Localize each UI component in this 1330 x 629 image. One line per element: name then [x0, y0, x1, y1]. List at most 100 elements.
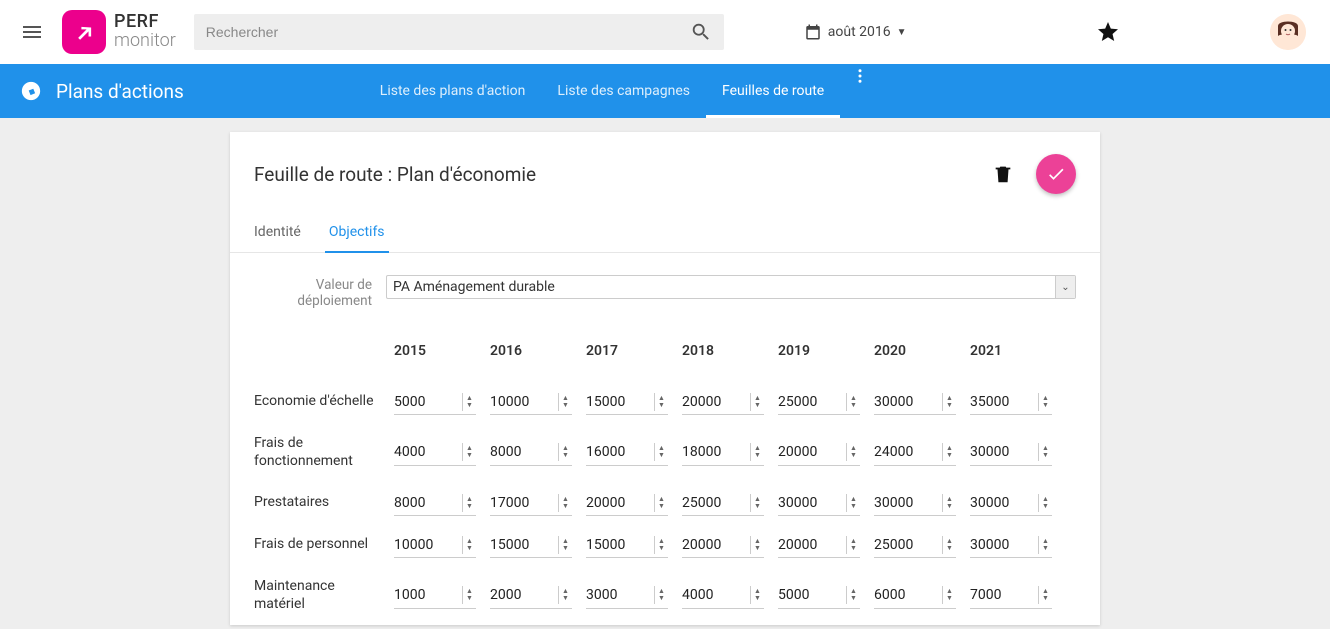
- stepper-icon[interactable]: ▲▼: [750, 536, 764, 554]
- stepper-icon[interactable]: ▲▼: [942, 586, 956, 604]
- trash-icon[interactable]: [992, 160, 1014, 188]
- number-input[interactable]: 15000▲▼: [490, 532, 572, 558]
- confirm-button[interactable]: [1036, 154, 1076, 194]
- number-input[interactable]: 15000▲▼: [586, 532, 668, 558]
- number-input[interactable]: 5000▲▼: [778, 583, 860, 609]
- number-input[interactable]: 20000▲▼: [586, 490, 668, 516]
- number-input[interactable]: 30000▲▼: [874, 389, 956, 415]
- number-input[interactable]: 3000▲▼: [586, 583, 668, 609]
- stepper-icon[interactable]: ▲▼: [558, 536, 572, 554]
- value-cell: 30000▲▼: [874, 482, 970, 524]
- year-header: 2019: [778, 333, 874, 381]
- stepper-icon[interactable]: ▲▼: [750, 494, 764, 512]
- row-label: Frais de fonctionnement: [254, 423, 394, 482]
- stepper-icon[interactable]: ▲▼: [462, 536, 476, 554]
- nav-tab-campaigns-list[interactable]: Liste des campagnes: [541, 64, 706, 118]
- stepper-icon[interactable]: ▲▼: [846, 393, 860, 411]
- number-input[interactable]: 17000▲▼: [490, 490, 572, 516]
- deployment-select[interactable]: PA Aménagement durable ⌄: [386, 275, 1076, 299]
- stepper-icon[interactable]: ▲▼: [1038, 393, 1052, 411]
- search-input[interactable]: [206, 24, 690, 40]
- stepper-icon[interactable]: ▲▼: [1038, 494, 1052, 512]
- year-header: 2018: [682, 333, 778, 381]
- number-input[interactable]: 24000▲▼: [874, 440, 956, 466]
- stepper-icon[interactable]: ▲▼: [750, 586, 764, 604]
- stepper-icon[interactable]: ▲▼: [654, 536, 668, 554]
- number-input[interactable]: 30000▲▼: [874, 490, 956, 516]
- number-input[interactable]: 1000▲▼: [394, 583, 476, 609]
- chevron-down-icon: ⌄: [1055, 276, 1075, 298]
- number-input[interactable]: 25000▲▼: [874, 532, 956, 558]
- number-input[interactable]: 8000▲▼: [490, 440, 572, 466]
- stepper-icon[interactable]: ▲▼: [654, 443, 668, 461]
- card-tab-objectives[interactable]: Objectifs: [315, 212, 399, 252]
- stepper-icon[interactable]: ▲▼: [1038, 443, 1052, 461]
- objectives-table: 2015201620172018201920202021Economie d'é…: [230, 313, 1100, 625]
- number-input[interactable]: 15000▲▼: [586, 389, 668, 415]
- year-header: 2021: [970, 333, 1066, 381]
- number-input[interactable]: 7000▲▼: [970, 583, 1052, 609]
- logo[interactable]: PERF monitor: [62, 10, 176, 54]
- stepper-icon[interactable]: ▲▼: [942, 536, 956, 554]
- number-input[interactable]: 4000▲▼: [394, 440, 476, 466]
- value-cell: 2000▲▼: [490, 566, 586, 625]
- stepper-icon[interactable]: ▲▼: [654, 494, 668, 512]
- stepper-icon[interactable]: ▲▼: [558, 443, 572, 461]
- number-input[interactable]: 30000▲▼: [970, 440, 1052, 466]
- value-cell: 1000▲▼: [394, 566, 490, 625]
- hamburger-icon[interactable]: [20, 20, 44, 44]
- avatar[interactable]: [1270, 14, 1306, 50]
- number-input[interactable]: 18000▲▼: [682, 440, 764, 466]
- stepper-icon[interactable]: ▲▼: [1038, 586, 1052, 604]
- number-input[interactable]: 10000▲▼: [394, 532, 476, 558]
- number-input[interactable]: 30000▲▼: [970, 532, 1052, 558]
- value-cell: 30000▲▼: [970, 423, 1066, 482]
- stepper-icon[interactable]: ▲▼: [654, 586, 668, 604]
- stepper-icon[interactable]: ▲▼: [462, 393, 476, 411]
- stepper-icon[interactable]: ▲▼: [558, 494, 572, 512]
- number-input[interactable]: 2000▲▼: [490, 583, 572, 609]
- stepper-icon[interactable]: ▲▼: [654, 393, 668, 411]
- stepper-icon[interactable]: ▲▼: [750, 443, 764, 461]
- number-input[interactable]: 30000▲▼: [778, 490, 860, 516]
- number-input[interactable]: 25000▲▼: [682, 490, 764, 516]
- number-input[interactable]: 16000▲▼: [586, 440, 668, 466]
- stepper-icon[interactable]: ▲▼: [942, 494, 956, 512]
- logo-line2: monitor: [114, 32, 176, 51]
- searchbar[interactable]: [194, 14, 724, 50]
- number-input[interactable]: 20000▲▼: [682, 389, 764, 415]
- number-input[interactable]: 5000▲▼: [394, 389, 476, 415]
- stepper-icon[interactable]: ▲▼: [846, 494, 860, 512]
- number-input[interactable]: 10000▲▼: [490, 389, 572, 415]
- stepper-icon[interactable]: ▲▼: [942, 443, 956, 461]
- stepper-icon[interactable]: ▲▼: [462, 494, 476, 512]
- number-input[interactable]: 20000▲▼: [778, 440, 860, 466]
- star-icon[interactable]: [1096, 20, 1120, 44]
- stepper-icon[interactable]: ▲▼: [558, 586, 572, 604]
- number-input[interactable]: 25000▲▼: [778, 389, 860, 415]
- stepper-icon[interactable]: ▲▼: [846, 586, 860, 604]
- number-input[interactable]: 20000▲▼: [778, 532, 860, 558]
- date-picker[interactable]: août 2016 ▼: [804, 23, 907, 41]
- card-title: Feuille de route : Plan d'économie: [254, 163, 992, 186]
- nav-tab-roadmaps[interactable]: Feuilles de route: [706, 64, 840, 118]
- number-input[interactable]: 4000▲▼: [682, 583, 764, 609]
- number-input[interactable]: 30000▲▼: [970, 490, 1052, 516]
- stepper-icon[interactable]: ▲▼: [462, 586, 476, 604]
- calendar-icon: [804, 23, 822, 41]
- stepper-icon[interactable]: ▲▼: [558, 393, 572, 411]
- stepper-icon[interactable]: ▲▼: [462, 443, 476, 461]
- nav-tab-plans-list[interactable]: Liste des plans d'action: [364, 64, 542, 118]
- search-icon[interactable]: [690, 21, 712, 43]
- stepper-icon[interactable]: ▲▼: [750, 393, 764, 411]
- stepper-icon[interactable]: ▲▼: [942, 393, 956, 411]
- stepper-icon[interactable]: ▲▼: [846, 536, 860, 554]
- stepper-icon[interactable]: ▲▼: [1038, 536, 1052, 554]
- card-tab-identity[interactable]: Identité: [240, 212, 315, 252]
- stepper-icon[interactable]: ▲▼: [846, 443, 860, 461]
- number-input[interactable]: 6000▲▼: [874, 583, 956, 609]
- number-input[interactable]: 8000▲▼: [394, 490, 476, 516]
- more-icon[interactable]: [848, 64, 872, 88]
- number-input[interactable]: 20000▲▼: [682, 532, 764, 558]
- number-input[interactable]: 35000▲▼: [970, 389, 1052, 415]
